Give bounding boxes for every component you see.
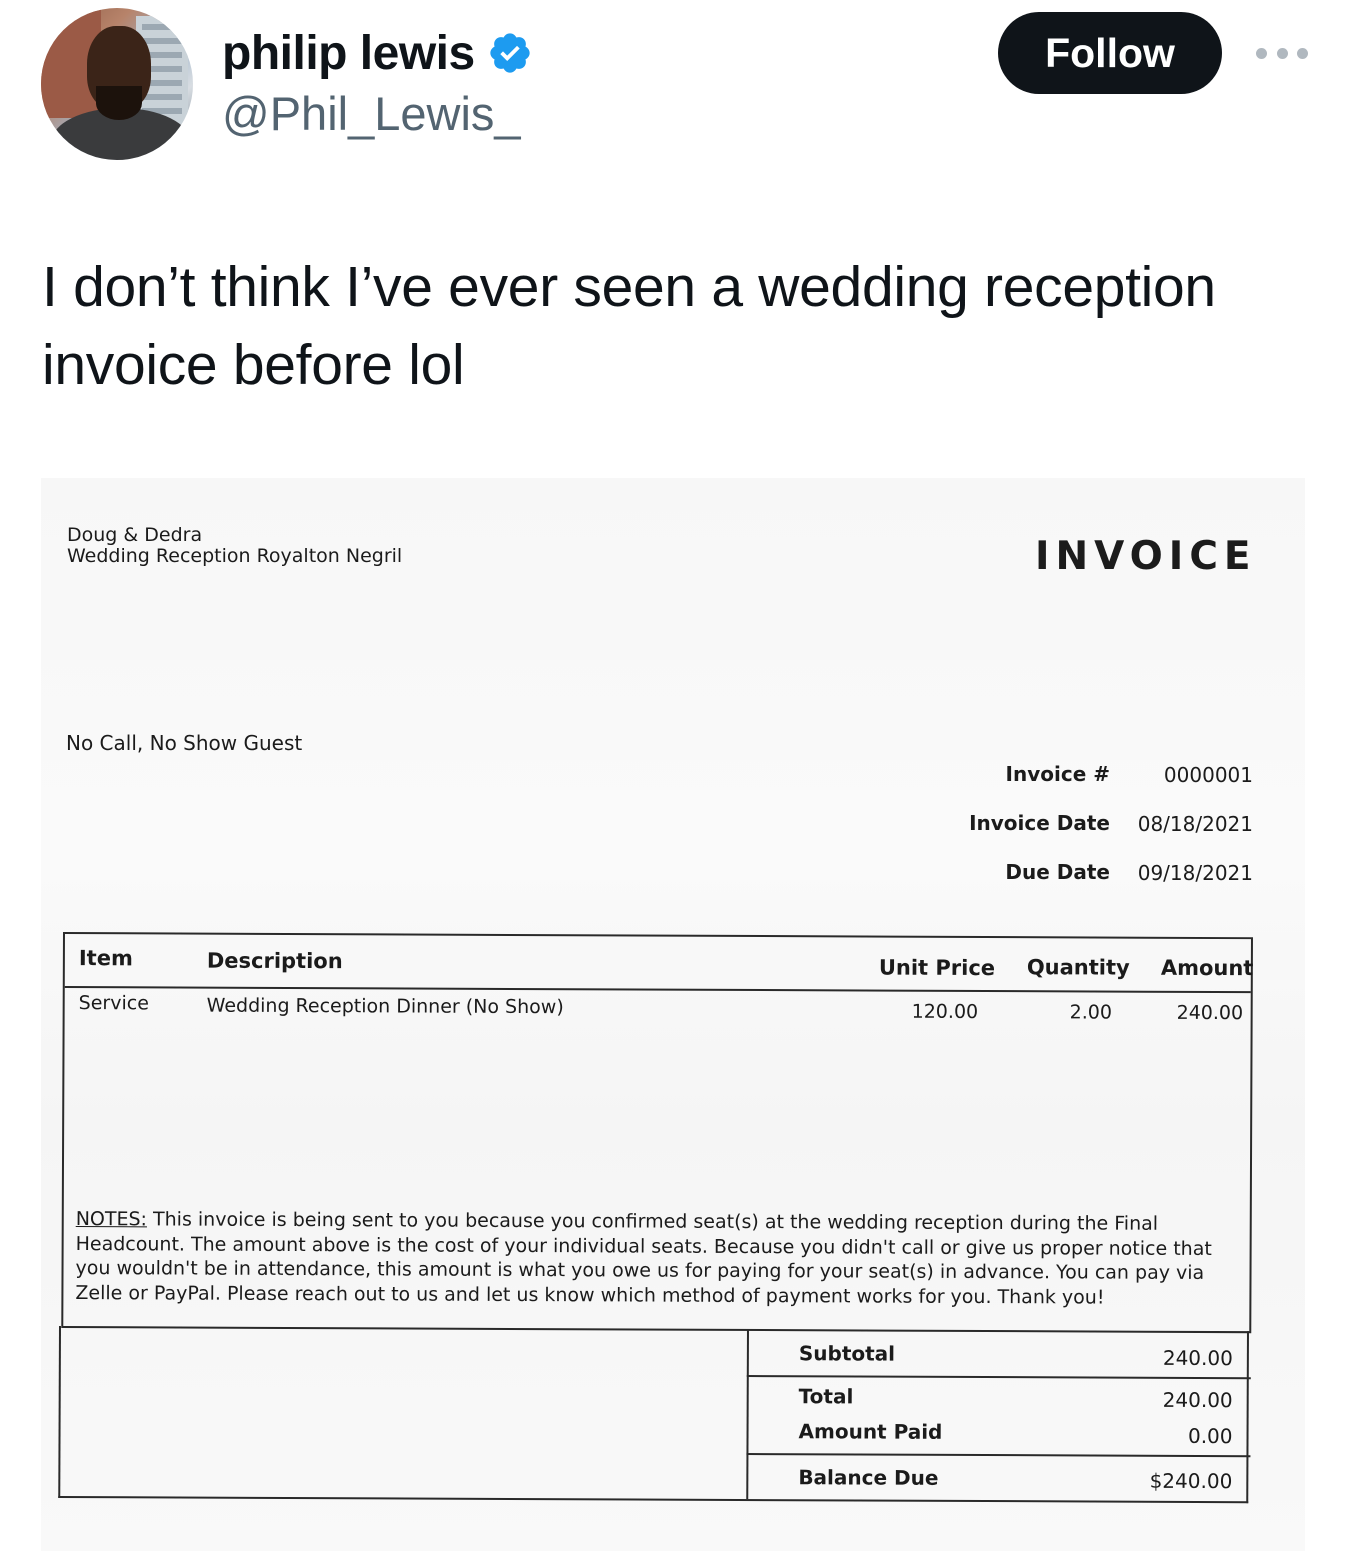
amount-paid-value: 0.00	[1187, 1423, 1233, 1449]
column-header-unit-price: Unit Price	[878, 955, 996, 981]
notes-label: NOTES:	[75, 1208, 148, 1231]
column-header-amount: Amount	[1160, 955, 1254, 981]
tweet-text: I don’t think I’ve ever seen a wedding r…	[42, 255, 1216, 397]
more-dot	[1256, 47, 1267, 59]
column-header-item: Item	[78, 946, 133, 971]
author-avatar[interactable]	[41, 8, 193, 160]
notes-text: This invoice is being sent to you becaus…	[75, 1208, 1212, 1309]
invoice-number-label: Invoice #	[1005, 762, 1110, 786]
more-dot	[1276, 47, 1288, 59]
totals-line	[746, 1375, 1251, 1380]
author-display-name[interactable]: philip lewis	[222, 26, 475, 81]
totals-line	[746, 1453, 1251, 1458]
author-handle[interactable]: @Phil_Lewis_	[222, 86, 521, 141]
invoice-due-label: Due Date	[1005, 860, 1110, 884]
column-header-description: Description	[206, 948, 343, 974]
invoice-title: INVOICE	[1035, 534, 1257, 579]
column-header-quantity: Quantity	[1026, 955, 1130, 980]
verified-badge-icon	[490, 33, 530, 73]
more-dot	[1297, 47, 1308, 59]
author-name-row: philip lewis	[222, 24, 533, 82]
invoice-bill-to: No Call, No Show Guest	[66, 731, 303, 755]
subtotal-label: Subtotal	[798, 1341, 896, 1366]
avatar-beard	[96, 86, 142, 120]
follow-button[interactable]: Follow	[998, 12, 1222, 94]
balance-due-label: Balance Due	[798, 1465, 939, 1490]
table-header-divider	[64, 986, 1251, 994]
amount-paid-label: Amount Paid	[798, 1419, 943, 1444]
invoice-number-value: 0000001	[1163, 763, 1253, 787]
row-quantity: 2.00	[1069, 1001, 1113, 1024]
invoice-from-event: Wedding Reception Royalton Negril	[67, 545, 403, 567]
total-label: Total	[798, 1384, 854, 1409]
totals-divider	[746, 1329, 749, 1500]
row-unit-price: 120.00	[911, 1000, 979, 1023]
invoice-due-value: 09/18/2021	[1137, 861, 1253, 885]
invoice-from-name: Doug & Dedra	[67, 524, 203, 546]
total-value: 240.00	[1162, 1387, 1233, 1413]
invoice-items-table: Item Description Unit Price Quantity Amo…	[61, 932, 1254, 1334]
invoice-date-value: 08/18/2021	[1137, 812, 1253, 836]
row-item: Service	[78, 992, 149, 1015]
tweet-photo-invoice[interactable]: Doug & Dedra Wedding Reception Royalton …	[41, 478, 1305, 1551]
subtotal-value: 240.00	[1162, 1345, 1233, 1371]
invoice-totals: Subtotal 240.00 Total 240.00 Amount Paid…	[58, 1326, 1251, 1504]
invoice-date-label: Invoice Date	[969, 811, 1110, 835]
more-options-icon[interactable]	[1254, 38, 1310, 68]
invoice-notes: NOTES: This invoice is being sent to you…	[75, 1207, 1245, 1310]
row-amount: 240.00	[1176, 1001, 1244, 1025]
row-description: Wedding Reception Dinner (No Show)	[206, 994, 564, 1019]
balance-due-value: $240.00	[1149, 1468, 1233, 1494]
